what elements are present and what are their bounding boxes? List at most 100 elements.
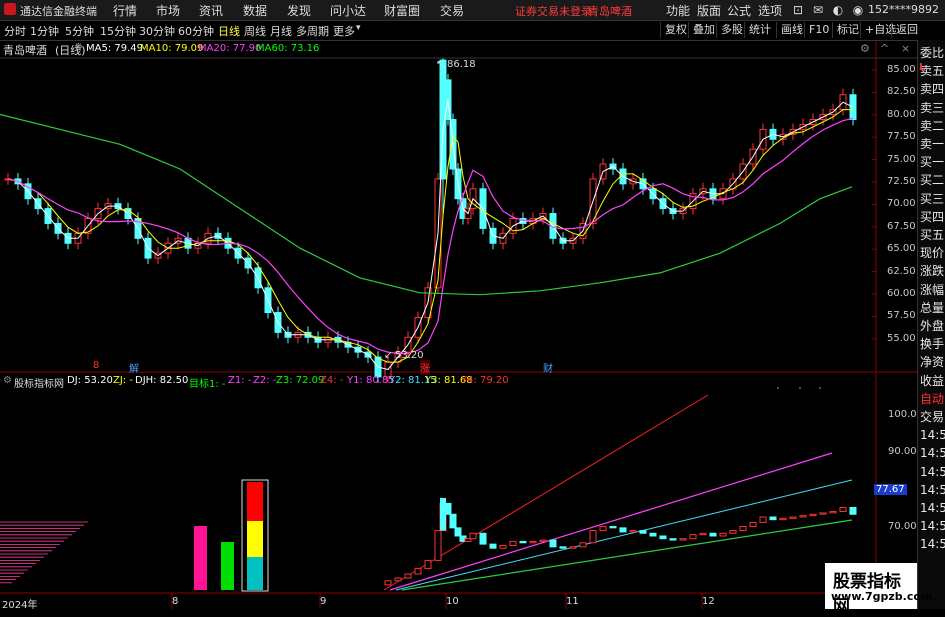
tab-15min[interactable]: 15分钟 bbox=[100, 23, 136, 39]
menu-options[interactable]: 选项 bbox=[758, 2, 782, 19]
menu-wealth[interactable]: 财富圈 bbox=[384, 2, 420, 19]
side-panel-item[interactable]: 换手 bbox=[920, 335, 945, 353]
side-panel-item[interactable]: 委比 bbox=[920, 44, 945, 62]
side-panel-item[interactable]: 14:56 bbox=[920, 481, 945, 499]
price-ytick: 57.50 bbox=[887, 310, 916, 322]
event-marker[interactable]: 涨 bbox=[420, 360, 430, 375]
event-marker[interactable]: 财 bbox=[543, 360, 553, 375]
chevron-down-icon[interactable]: ▾ bbox=[356, 23, 361, 33]
tab-1min[interactable]: 1分钟 bbox=[30, 23, 59, 39]
menu-quotes[interactable]: 行情 bbox=[113, 2, 137, 19]
tab-intraday[interactable]: 分时 bbox=[4, 23, 26, 39]
side-panel-item[interactable]: 14:56 bbox=[920, 444, 945, 462]
menu-data[interactable]: 数据 bbox=[243, 2, 267, 19]
f10-button[interactable]: F10 bbox=[804, 22, 833, 38]
side-panel-item[interactable]: 自动 bbox=[920, 390, 945, 408]
side-panel-item[interactable]: 卖二 bbox=[920, 117, 945, 135]
indicator-bar bbox=[247, 521, 263, 557]
tab-30min[interactable]: 30分钟 bbox=[139, 23, 175, 39]
indicator-candle bbox=[609, 525, 617, 529]
indicator-candle bbox=[414, 568, 422, 575]
menu-trade[interactable]: 交易 bbox=[440, 2, 464, 19]
indicator-candle bbox=[819, 512, 827, 515]
menu-discover[interactable]: 发现 bbox=[287, 2, 311, 19]
user-icon[interactable]: ◉ bbox=[848, 1, 868, 19]
user-account[interactable]: 152****9892 bbox=[868, 3, 939, 16]
indicator-name[interactable]: 股标指标网 bbox=[14, 375, 64, 390]
side-panel-item[interactable]: 总量 bbox=[920, 299, 945, 317]
lock-icon[interactable]: ⊡ bbox=[788, 1, 808, 19]
back-button[interactable]: 返回 bbox=[891, 22, 922, 38]
ind-ytick: 90.00 bbox=[888, 446, 917, 457]
indicator-value: Z3: 72.09 bbox=[276, 375, 325, 386]
side-panel-item[interactable]: 交易 bbox=[920, 408, 945, 426]
tab-5min[interactable]: 5分钟 bbox=[65, 23, 94, 39]
indicator-bar bbox=[221, 542, 234, 590]
high-price-label: 86.18 bbox=[447, 59, 476, 70]
adjust-button[interactable]: 复权 bbox=[660, 22, 691, 38]
indicator-candle bbox=[404, 573, 412, 579]
indicator-candle bbox=[649, 532, 657, 537]
indicator-value: Z2: - bbox=[253, 375, 277, 386]
event-marker[interactable]: 8 bbox=[93, 360, 99, 371]
menu-formula[interactable]: 公式 bbox=[727, 2, 751, 19]
level2-icon[interactable]: L bbox=[919, 62, 925, 73]
menu-market[interactable]: 市场 bbox=[156, 2, 180, 19]
price-ytick: 75.00 bbox=[887, 153, 916, 165]
price-ytick: 72.50 bbox=[887, 176, 916, 187]
indicator-candle bbox=[709, 532, 717, 537]
trend-line bbox=[395, 479, 853, 591]
side-panel-item[interactable]: 收益 bbox=[920, 372, 945, 390]
price-ytick: 82.50 bbox=[887, 86, 916, 98]
message-icon[interactable]: ✉ bbox=[808, 1, 828, 19]
side-panel-item[interactable]: 买三 bbox=[920, 190, 945, 208]
side-panel-item[interactable]: 涨幅 bbox=[920, 281, 945, 299]
kline-chart[interactable] bbox=[0, 40, 917, 609]
tab-monthly[interactable]: 月线 bbox=[270, 23, 292, 39]
indicator-value: DJH: 82.50 bbox=[135, 375, 189, 386]
event-marker[interactable]: 解 bbox=[129, 360, 139, 375]
indicator-candle bbox=[809, 513, 817, 517]
side-panel-item[interactable]: 14:56 bbox=[920, 499, 945, 517]
side-panel-item[interactable]: 14:56 bbox=[920, 535, 945, 553]
side-panel-item[interactable]: 买一 bbox=[920, 153, 945, 171]
menu-function[interactable]: 功能 bbox=[666, 2, 690, 19]
login-notice[interactable]: 证券交易未登录 bbox=[515, 3, 592, 19]
tab-daily[interactable]: 日线 bbox=[218, 23, 240, 39]
menu-layout[interactable]: 版面 bbox=[697, 2, 721, 19]
menu-news[interactable]: 资讯 bbox=[199, 2, 223, 19]
menu-ask[interactable]: 问小达 bbox=[330, 2, 366, 19]
current-value-badge: 77.67 bbox=[874, 484, 907, 495]
side-panel-item[interactable]: 14:56 bbox=[920, 463, 945, 481]
side-panel-item[interactable]: 卖三 bbox=[920, 99, 945, 117]
stats-button[interactable]: 统计 bbox=[744, 22, 775, 38]
side-panel-item[interactable]: 卖一 bbox=[920, 135, 945, 153]
mark-button[interactable]: 标记 bbox=[832, 22, 863, 38]
skin-icon[interactable]: ◐ bbox=[828, 1, 848, 19]
side-panel-item[interactable]: 卖四 bbox=[920, 80, 945, 98]
side-panel-item[interactable]: 14:56 bbox=[920, 517, 945, 535]
side-panel-item[interactable]: 涨跌 bbox=[920, 262, 945, 280]
candle bbox=[849, 94, 857, 120]
side-panel-item[interactable]: 买二 bbox=[920, 171, 945, 189]
side-panel-item[interactable]: 14:56 bbox=[920, 426, 945, 444]
indicator-candle bbox=[559, 546, 567, 549]
side-panel-item[interactable]: 买五 bbox=[920, 226, 945, 244]
x-axis-label: 12 bbox=[702, 596, 715, 607]
multi-stock-button[interactable]: 多股 bbox=[716, 22, 747, 38]
tab-weekly[interactable]: 周线 bbox=[244, 23, 266, 39]
tab-60min[interactable]: 60分钟 bbox=[178, 23, 214, 39]
stock-link[interactable]: 青岛啤酒 bbox=[588, 3, 632, 19]
side-panel-item[interactable]: 买四 bbox=[920, 208, 945, 226]
overlay-button[interactable]: 叠加 bbox=[688, 22, 719, 38]
side-panel-item[interactable]: 外盘 bbox=[920, 317, 945, 335]
app-title: 通达信金融终端 bbox=[20, 5, 97, 18]
tab-more[interactable]: 更多 bbox=[333, 23, 355, 39]
tab-multi-period[interactable]: 多周期 bbox=[296, 23, 329, 39]
settings-icon[interactable]: ⚙ bbox=[3, 375, 12, 386]
side-panel-item[interactable]: 现价 bbox=[920, 244, 945, 262]
indicator-candle bbox=[629, 530, 637, 533]
watermark: 股票指标网 www.7gpzb.com bbox=[825, 563, 932, 617]
draw-button[interactable]: 画线 bbox=[776, 22, 807, 38]
side-panel-item[interactable]: 净资 bbox=[920, 353, 945, 371]
